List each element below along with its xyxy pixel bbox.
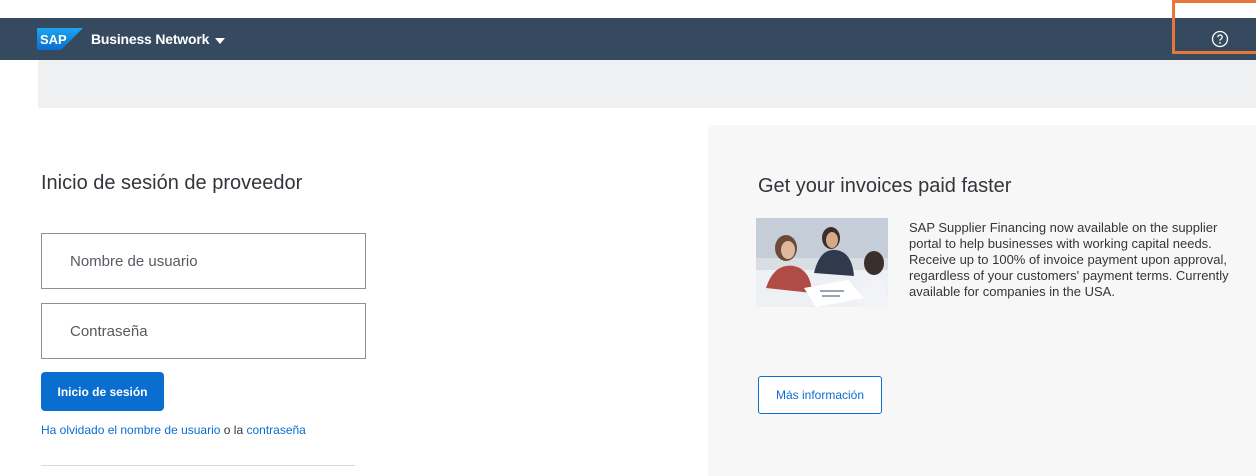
sub-header-strip — [38, 60, 1256, 108]
caret-down-icon — [215, 37, 226, 44]
forgot-username-link[interactable]: Ha olvidado el nombre de usuario — [41, 423, 220, 437]
top-navigation-bar: SAP Business Network — [0, 18, 1256, 60]
login-button[interactable]: Inicio de sesión — [41, 372, 164, 411]
sap-logo[interactable]: SAP — [37, 28, 83, 50]
forgot-credentials-text: Ha olvidado el nombre de usuario o la co… — [41, 423, 306, 437]
promo-image — [756, 218, 888, 307]
password-input[interactable] — [41, 303, 366, 359]
page-title: Inicio de sesión de proveedor — [41, 172, 303, 194]
promo-description: SAP Supplier Financing now available on … — [909, 220, 1229, 299]
forgot-password-link[interactable]: contraseña — [246, 423, 305, 437]
logo-text: SAP — [40, 32, 67, 47]
username-input[interactable] — [41, 233, 366, 289]
promo-title: Get your invoices paid faster — [758, 175, 1012, 197]
more-info-button[interactable]: Más información — [758, 376, 882, 414]
divider — [41, 465, 355, 466]
help-highlight-box — [1172, 0, 1256, 54]
business-network-menu[interactable]: Business Network — [91, 31, 226, 47]
brand-label: Business Network — [91, 31, 210, 47]
promo-panel: Get your invoices paid faster SAP Suppli… — [708, 125, 1256, 476]
forgot-connector: o la — [220, 423, 247, 437]
